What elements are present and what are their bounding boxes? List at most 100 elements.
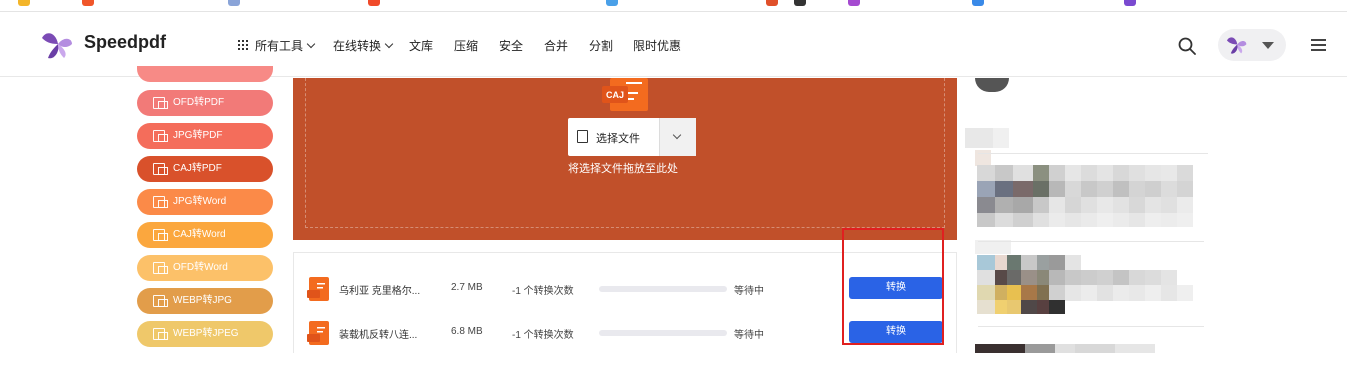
sidebar-item-partial[interactable]	[137, 66, 273, 82]
pixel-block	[1021, 285, 1037, 301]
pixel-block	[1177, 197, 1193, 213]
nav-library[interactable]: 文库	[409, 37, 433, 54]
pixel-block	[1177, 213, 1193, 227]
pixel-block	[1081, 197, 1097, 213]
pixel-block	[965, 128, 993, 148]
sidebar-item-label: OFD转Word	[173, 262, 228, 273]
pixel-block	[1081, 270, 1097, 286]
pixel-block	[1065, 197, 1081, 213]
bookmark-icon[interactable]	[848, 0, 860, 6]
nav-limited-offer[interactable]: 限时优惠	[633, 37, 681, 54]
pixel-block	[1033, 213, 1049, 227]
pixel-block	[1033, 197, 1049, 213]
pixel-block	[1113, 285, 1129, 301]
pixel-block	[1021, 255, 1037, 271]
pixel-block	[1113, 213, 1129, 227]
brand-name[interactable]: Speedpdf	[84, 32, 166, 53]
pixel-block	[1097, 213, 1113, 227]
bookmark-icon[interactable]	[606, 0, 618, 6]
pixel-block	[977, 197, 995, 213]
bookmark-icon[interactable]	[82, 0, 94, 6]
hamburger-menu-icon[interactable]	[1311, 39, 1326, 51]
pixel-block	[995, 270, 1007, 286]
bookmark-icon[interactable]	[766, 0, 778, 6]
pixel-block	[1113, 270, 1129, 286]
bookmark-icon[interactable]	[18, 0, 30, 6]
sidebar-item-label: CAJ转PDF	[173, 163, 222, 174]
convert-count: -1 个转换次数	[512, 330, 574, 341]
nav-online-convert[interactable]: 在线转换	[333, 37, 394, 54]
sidebar-item-webp-to-jpg[interactable]: WEBP转JPG	[137, 288, 273, 314]
sidebar-item-ofd-to-pdf[interactable]: OFD转PDF	[137, 90, 273, 116]
convert-icon	[153, 295, 168, 307]
nav-all-tools[interactable]: 所有工具	[255, 37, 316, 54]
pixel-block	[1097, 270, 1113, 286]
chevron-down-icon	[384, 39, 394, 49]
pixel-block	[977, 255, 995, 271]
pixel-block	[995, 181, 1013, 197]
pixel-block	[995, 300, 1007, 314]
pixel-block	[1049, 165, 1065, 181]
pixel-block	[1145, 285, 1161, 301]
pixel-block	[1025, 344, 1055, 353]
sidebar-item-jpg-to-pdf[interactable]: JPG转PDF	[137, 123, 273, 149]
sidebar-item-caj-to-word[interactable]: CAJ转Word	[137, 222, 273, 248]
pixel-block	[1097, 197, 1113, 213]
caj-badge-text: CAJ	[606, 90, 624, 100]
bookmark-icon[interactable]	[368, 0, 380, 6]
pixel-block	[1037, 285, 1049, 301]
nav-split[interactable]: 分割	[589, 37, 613, 54]
file-size: 6.8 MB	[451, 326, 483, 337]
pixel-block	[1075, 344, 1115, 353]
pixel-block	[1129, 213, 1145, 227]
convert-icon	[153, 328, 168, 340]
sidebar-item-webp-to-jpeg[interactable]: WEBP转JPEG	[137, 321, 273, 347]
sidebar-item-label: OFD转PDF	[173, 97, 225, 108]
chevron-down-icon	[672, 130, 682, 140]
sidebar-item-label: JPG转Word	[173, 196, 227, 207]
progress-bar	[599, 286, 727, 292]
pixel-block	[975, 240, 1011, 254]
bookmark-icon[interactable]	[794, 0, 806, 6]
pixel-block	[1129, 165, 1145, 181]
sidebar-item-jpg-to-word[interactable]: JPG转Word	[137, 189, 273, 215]
pixel-block	[1013, 165, 1033, 181]
pixel-block	[1161, 165, 1177, 181]
pixel-block	[1033, 165, 1049, 181]
file-name: 装载机反转八连...	[339, 330, 418, 341]
pixel-block	[977, 300, 995, 314]
bookmark-icon[interactable]	[228, 0, 240, 6]
bookmark-icon[interactable]	[972, 0, 984, 6]
pixel-block	[1177, 181, 1193, 197]
pixel-block	[1021, 300, 1037, 314]
butterfly-logo-icon[interactable]	[38, 28, 74, 62]
pixel-block	[1115, 344, 1155, 353]
pixel-block	[995, 165, 1013, 181]
pixel-block	[1013, 213, 1033, 227]
user-menu[interactable]	[1218, 29, 1286, 61]
separator-line	[978, 153, 1208, 154]
sidebar-item-ofd-to-word[interactable]: OFD转Word	[137, 255, 273, 281]
pixel-block	[1161, 270, 1177, 286]
select-source-dropdown[interactable]	[660, 118, 696, 156]
nav-compress[interactable]: 压缩	[454, 37, 478, 54]
search-icon[interactable]	[1178, 37, 1196, 55]
nav-merge[interactable]: 合并	[544, 37, 568, 54]
sidebar-item-label: WEBP转JPEG	[173, 328, 239, 339]
file-icon	[577, 130, 588, 143]
pixel-block	[1037, 270, 1049, 286]
chevron-down-icon	[306, 39, 316, 49]
nav-all-tools-label: 所有工具	[255, 39, 304, 53]
sidebar-item-caj-to-pdf[interactable]: CAJ转PDF	[137, 156, 273, 182]
pixel-block	[977, 181, 995, 197]
file-name: 乌利亚 克里格尔...	[339, 286, 421, 297]
bookmark-icon[interactable]	[1124, 0, 1136, 6]
user-avatar-icon	[1226, 37, 1247, 54]
select-file-button[interactable]: 选择文件	[568, 118, 696, 156]
pixel-block	[1065, 181, 1081, 197]
pixel-block	[1007, 255, 1021, 271]
progress-bar	[599, 330, 727, 336]
nav-security[interactable]: 安全	[499, 37, 523, 54]
pixel-block	[1081, 165, 1097, 181]
pixel-block	[1049, 270, 1065, 286]
